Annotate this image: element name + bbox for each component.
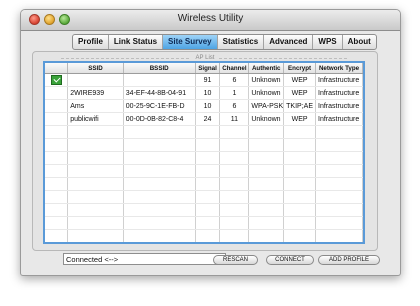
rescan-button[interactable]: RESCAN — [213, 255, 258, 265]
table-row[interactable]: 2WIRE939 34-EF-44-8B-04-91 10 1 Unknown … — [45, 86, 363, 100]
bssid-cell — [123, 73, 196, 87]
empty-row — [45, 216, 363, 230]
signal-cell: 24 — [195, 112, 221, 126]
signal-cell: 10 — [195, 99, 221, 113]
network-type-cell: Infrastructure — [315, 86, 363, 100]
ssid-cell: Ams — [67, 99, 124, 113]
divider — [219, 58, 347, 59]
ssid-cell: 2WIRE939 — [67, 86, 124, 100]
channel-cell: 1 — [219, 86, 250, 100]
column-header-bssid[interactable]: BSSID — [123, 63, 196, 74]
row-status-cell — [45, 112, 69, 126]
channel-cell: 11 — [219, 112, 250, 126]
row-status-cell — [45, 99, 69, 113]
connect-button[interactable]: CONNECT — [266, 255, 314, 265]
row-status-cell — [45, 86, 69, 100]
empty-row — [45, 151, 363, 165]
tab-site-survey[interactable]: Site Survey — [162, 35, 217, 49]
empty-row — [45, 177, 363, 191]
connection-status-field: Connected <--> — [63, 253, 226, 265]
wireless-utility-window: Wireless Utility Profile Link Status Sit… — [20, 9, 401, 276]
encryption-cell: WEP — [283, 112, 317, 126]
title-bar: Wireless Utility — [21, 10, 400, 31]
empty-row — [45, 125, 363, 139]
bssid-cell: 00-25-9C-1E-FB-D — [123, 99, 196, 113]
ap-list-table[interactable]: SSID BSSID Signal Channel Authentic Encr… — [43, 61, 365, 244]
tab-about[interactable]: About — [341, 35, 376, 49]
network-type-cell: Infrastructure — [315, 112, 363, 126]
authentication-cell: Unknown — [248, 73, 285, 87]
row-status-cell — [45, 73, 69, 87]
table-row[interactable]: publicwifi 00-0D-0B-82-C8-4 24 11 Unknow… — [45, 112, 363, 126]
column-header-ssid[interactable]: SSID — [67, 63, 124, 74]
network-type-cell: Infrastructure — [315, 99, 363, 113]
authentication-cell: Unknown — [248, 86, 285, 100]
empty-row — [45, 138, 363, 152]
tab-link-status[interactable]: Link Status — [107, 35, 162, 49]
encryption-cell: WEP — [283, 73, 317, 87]
signal-cell: 10 — [195, 86, 221, 100]
empty-row — [45, 164, 363, 178]
ssid-cell: publicwifi — [67, 112, 124, 126]
network-type-cell: Infrastructure — [315, 73, 363, 87]
connected-icon — [50, 75, 62, 85]
channel-cell: 6 — [219, 99, 250, 113]
table-header-row: SSID BSSID Signal Channel Authentic Encr… — [45, 63, 363, 74]
empty-row — [45, 229, 363, 242]
encryption-cell: TKIP;AE — [283, 99, 317, 113]
column-header-authentication[interactable]: Authentic — [248, 63, 285, 74]
table-row[interactable]: Ams 00-25-9C-1E-FB-D 10 6 WPA-PSK TKIP;A… — [45, 99, 363, 113]
column-header-network-type[interactable]: Network Type — [315, 63, 363, 74]
empty-row — [45, 190, 363, 204]
tab-statistics[interactable]: Statistics — [216, 35, 264, 49]
encryption-cell: WEP — [283, 86, 317, 100]
empty-row — [45, 203, 363, 217]
tab-bar: Profile Link Status Site Survey Statisti… — [72, 34, 377, 50]
authentication-cell: Unknown — [248, 112, 285, 126]
tab-advanced[interactable]: Advanced — [263, 35, 312, 49]
tab-profile[interactable]: Profile — [73, 35, 108, 49]
column-header-icon[interactable] — [45, 63, 69, 74]
tab-wps[interactable]: WPS — [312, 35, 341, 49]
ssid-cell — [67, 73, 124, 87]
bssid-cell: 00-0D-0B-82-C8-4 — [123, 112, 196, 126]
empty-row — [45, 243, 363, 245]
column-header-channel[interactable]: Channel — [219, 63, 250, 74]
signal-cell: 91 — [195, 73, 221, 87]
column-header-encryption[interactable]: Encrypt — [283, 63, 317, 74]
window-title: Wireless Utility — [177, 13, 244, 24]
column-header-signal[interactable]: Signal — [195, 63, 221, 74]
channel-cell: 6 — [219, 73, 250, 87]
bssid-cell: 34-EF-44-8B-04-91 — [123, 86, 196, 100]
table-row[interactable]: 91 6 Unknown WEP Infrastructure — [45, 73, 363, 87]
authentication-cell: WPA-PSK — [248, 99, 285, 113]
add-profile-button[interactable]: ADD PROFILE — [318, 255, 380, 265]
